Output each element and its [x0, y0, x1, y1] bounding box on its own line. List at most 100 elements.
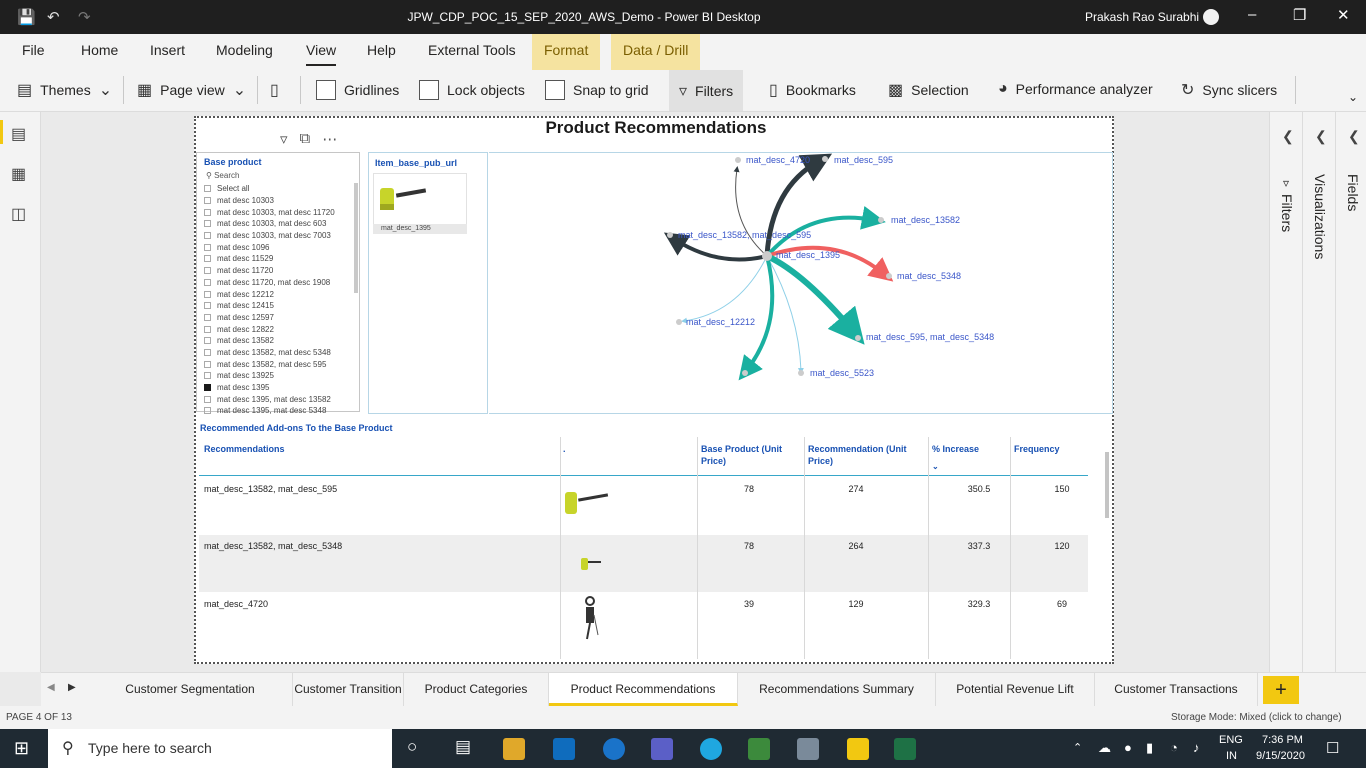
slicer-checkbox[interactable]	[204, 372, 211, 380]
slicer-checkbox[interactable]	[204, 337, 211, 345]
ribbon-collapse-icon[interactable]: ⌄	[1348, 90, 1358, 104]
node-label[interactable]: mat_desc_595	[834, 155, 893, 165]
language-secondary[interactable]: IN	[1226, 750, 1237, 762]
slicer-item[interactable]: mat desc 1395, mat desc 13582	[204, 393, 354, 405]
base-product-slicer[interactable]: Base product ⚲ Search Select all mat desc…	[196, 152, 360, 415]
table-row[interactable]: mat_desc_13582, mat_desc_5348 78 264 337.3 1…	[199, 535, 1088, 592]
col-header-pct-increase[interactable]: % Increase	[932, 443, 979, 455]
item-image-card[interactable]: Item_base_pub_url mat_desc_1395	[368, 152, 488, 414]
tray-chevron-icon[interactable]: ⌃	[1073, 741, 1082, 754]
clock-date[interactable]: 9/15/2020	[1256, 750, 1305, 762]
slicer-checkbox[interactable]	[204, 360, 211, 368]
file-explorer-icon[interactable]	[503, 738, 525, 760]
task-manager-icon[interactable]	[797, 738, 819, 760]
fields-pane[interactable]: ❮ Fields	[1335, 112, 1366, 672]
language-primary[interactable]: ENG	[1219, 734, 1243, 746]
tab-help[interactable]: Help	[367, 42, 396, 58]
volume-icon[interactable]: ♪	[1193, 740, 1200, 755]
page-view-button[interactable]: ▦ Page view ⌄	[137, 80, 246, 100]
node-label[interactable]: mat_desc_4720	[746, 155, 810, 165]
tab-file[interactable]: File	[22, 42, 45, 58]
tab-external-tools[interactable]: External Tools	[428, 42, 516, 58]
node-label[interactable]: mat_desc_12212	[686, 317, 755, 327]
page-tab[interactable]: Potential Revenue Lift	[936, 673, 1095, 706]
next-page-icon[interactable]: ▶	[68, 682, 76, 693]
node-label[interactable]: mat_desc_595, mat_desc_5348	[866, 332, 994, 342]
slicer-checkbox[interactable]	[204, 325, 211, 333]
page-tab[interactable]: Recommendations Summary	[738, 673, 936, 706]
themes-button[interactable]: ▤ Themes ⌄	[17, 80, 112, 100]
node-label[interactable]: mat_desc_13582, mat_desc_595	[678, 230, 811, 240]
tab-data-drill[interactable]: Data / Drill	[611, 34, 701, 70]
visualizations-pane[interactable]: ❮ Visualizations	[1302, 112, 1336, 672]
table-row[interactable]: mat_desc_4720 39 129 329.3 69	[199, 593, 1088, 650]
slicer-item[interactable]: mat desc 13582	[204, 335, 354, 347]
slicer-checkbox[interactable]	[204, 290, 211, 298]
slicer-checkbox[interactable]	[204, 255, 211, 263]
col-header-base-price[interactable]: Base Product (Unit Price)	[701, 443, 801, 467]
node-label[interactable]: mat_desc_5348	[897, 271, 961, 281]
page-tab[interactable]: Customer Segmentation	[88, 673, 293, 706]
slicer-checkbox[interactable]	[204, 278, 211, 286]
slicer-checkbox[interactable]	[204, 208, 211, 216]
restore-icon[interactable]: ❐	[1293, 6, 1306, 24]
notepad-icon[interactable]	[748, 738, 770, 760]
slicer-checkbox[interactable]	[204, 313, 211, 321]
slicer-item[interactable]: mat desc 13582, mat desc 595	[204, 358, 354, 370]
page-tab[interactable]: Product Recommendations	[549, 673, 738, 706]
notifications-icon[interactable]: ☐	[1326, 739, 1339, 757]
mobile-layout-button[interactable]: ▯	[270, 80, 279, 100]
excel-icon[interactable]	[894, 738, 916, 760]
slicer-item[interactable]: mat desc 13582, mat desc 5348	[204, 347, 354, 359]
slicer-checkbox[interactable]	[204, 197, 211, 205]
slicer-item[interactable]: mat desc 12212	[204, 288, 354, 300]
chevron-left-icon[interactable]: ❮	[1282, 128, 1294, 145]
tab-format[interactable]: Format	[532, 34, 601, 70]
bookmarks-button[interactable]: ▯ Bookmarks	[769, 80, 856, 100]
table-row[interactable]: mat_desc_13582, mat_desc_595 78 274 350.5 15…	[199, 478, 1088, 535]
skype-icon[interactable]	[700, 738, 722, 760]
slicer-item[interactable]: mat desc 11720, mat desc 1908	[204, 277, 354, 289]
node-label-center[interactable]: mat_desc_1395	[776, 250, 840, 260]
slicer-item[interactable]: mat desc 10303, mat desc 603	[204, 218, 354, 230]
slicer-item[interactable]: mat desc 12822	[204, 323, 354, 335]
battery-icon[interactable]: ▮	[1146, 740, 1153, 756]
avatar[interactable]	[1203, 9, 1219, 25]
slicer-item[interactable]: mat desc 1096	[204, 241, 354, 253]
slicer-search[interactable]: ⚲ Search	[206, 171, 239, 180]
chevron-left-icon[interactable]: ❮	[1315, 128, 1327, 145]
page-tab[interactable]: Product Categories	[404, 673, 549, 706]
node-label[interactable]: mat_desc_13582	[891, 215, 960, 225]
slicer-item[interactable]: mat desc 13925	[204, 370, 354, 382]
page-tab[interactable]: Customer Transition	[293, 673, 404, 706]
slicer-checkbox[interactable]	[204, 407, 211, 415]
storage-mode[interactable]: Storage Mode: Mixed (click to change)	[1171, 712, 1342, 723]
filters-pane[interactable]: ❮ ▿ Filters	[1269, 112, 1303, 672]
clock-time[interactable]: 7:36 PM	[1262, 734, 1303, 746]
snap-to-grid-checkbox[interactable]: Snap to grid	[545, 80, 649, 100]
task-view-icon[interactable]: ▤	[455, 737, 471, 757]
slicer-checkbox[interactable]	[204, 384, 211, 392]
gridlines-checkbox[interactable]: Gridlines	[316, 80, 399, 100]
model-view-icon[interactable]: ◫	[11, 204, 26, 224]
slicer-item[interactable]: mat desc 10303	[204, 195, 354, 207]
tab-view[interactable]: View	[306, 42, 337, 66]
taskbar-search[interactable]: ⚲ Type here to search	[48, 729, 392, 768]
slicer-item[interactable]: mat desc 12415	[204, 300, 354, 312]
more-options-icon[interactable]: ⋯	[322, 130, 337, 148]
selection-button[interactable]: ▩ Selection	[888, 80, 969, 100]
slicer-scrollbar[interactable]	[354, 183, 358, 293]
add-page-button[interactable]: +	[1263, 676, 1299, 704]
slicer-checkbox[interactable]	[204, 243, 211, 251]
chevron-left-icon[interactable]: ❮	[1348, 128, 1360, 145]
focus-mode-icon[interactable]: ⧉	[300, 130, 311, 148]
filters-button[interactable]: ▿ Filters	[669, 70, 744, 111]
edge-icon[interactable]	[603, 738, 625, 760]
sync-slicers-button[interactable]: ↻ Sync slicers	[1181, 80, 1277, 100]
tab-insert[interactable]: Insert	[150, 42, 185, 58]
slicer-item[interactable]: mat desc 11529	[204, 253, 354, 265]
performance-analyzer-button[interactable]: ◕ Performance analyzer	[998, 80, 1153, 98]
teams-icon[interactable]	[651, 738, 673, 760]
slicer-item[interactable]: mat desc 11720	[204, 265, 354, 277]
slicer-checkbox[interactable]	[204, 395, 211, 403]
